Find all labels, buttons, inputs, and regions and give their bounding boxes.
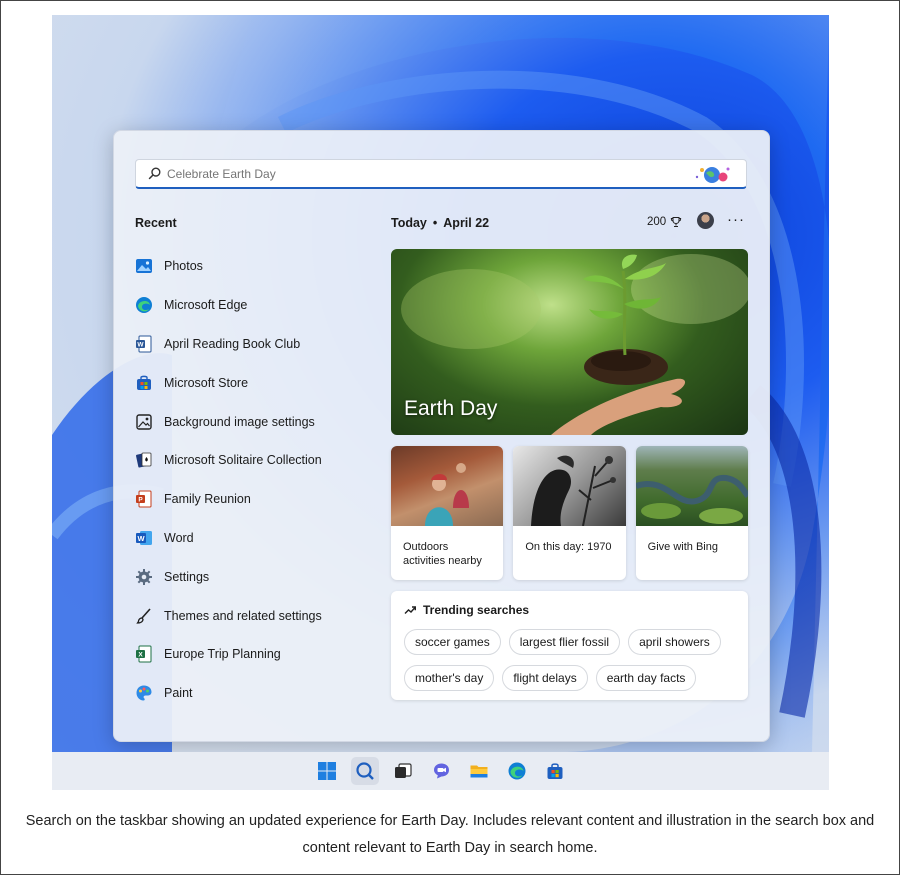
recent-item-themes-and-related-settings[interactable]: Themes and related settings [134,596,374,635]
recent-item-label: Photos [164,259,203,274]
search-icon [148,167,161,180]
recent-item-settings[interactable]: Settings [134,557,374,596]
edge-icon [134,295,154,315]
trophy-icon [671,217,682,227]
recent-heading: Recent [135,216,177,230]
trending-searches-card: Trending searches soccer games largest f… [391,591,748,700]
search-icon[interactable] [350,757,379,785]
today-heading: Today • April 22 [391,216,489,230]
trending-chip[interactable]: april showers [628,629,721,655]
forest-river-thumbnail [635,446,748,526]
trending-heading: Trending searches [404,603,529,617]
card-label: Outdoors activities nearby [403,541,482,567]
recent-item-label: Europe Trip Planning [164,647,281,662]
recent-item-microsoft-solitaire-collection[interactable]: Microsoft Solitaire Collection [134,441,374,480]
gear-icon [134,567,154,587]
task-view-icon[interactable] [389,757,417,785]
recent-item-label: April Reading Book Club [164,336,301,351]
powerpoint-icon: P [134,489,154,509]
hikers-thumbnail [391,446,504,526]
file-explorer-icon[interactable] [465,757,493,785]
search-flyout: Recent Photos Microsoft Edge W April Rea… [113,130,770,742]
photos-icon [134,256,154,276]
today-label: Today [391,216,427,230]
recent-item-europe-trip-planning[interactable]: X Europe Trip Planning [134,635,374,674]
rewards-points[interactable]: 200 [647,216,682,228]
word-icon: W [134,528,154,548]
historic-photo-thumbnail [513,446,626,526]
topic-cards: Outdoors activities nearby On this day: … [391,446,748,580]
recent-item-family-reunion[interactable]: P Family Reunion [134,480,374,519]
recent-item-label: Background image settings [164,414,315,429]
recent-item-background-image-settings[interactable]: Background image settings [134,402,374,441]
figure-caption: Search on the taskbar showing an updated… [25,813,875,856]
trending-chip[interactable]: earth day facts [595,665,697,691]
trending-chip[interactable]: largest flier fossil [508,629,621,655]
recent-item-photos[interactable]: Photos [134,247,374,286]
recent-item-microsoft-edge[interactable]: Microsoft Edge [134,286,374,325]
trending-chip[interactable]: flight delays [502,665,588,691]
search-box[interactable] [135,159,747,189]
solitaire-icon [134,450,154,470]
separator-dot: • [432,216,438,230]
store-icon[interactable] [541,757,569,785]
card-on-this-day[interactable]: On this day: 1970 [513,446,626,580]
chat-icon[interactable] [427,757,455,785]
recent-item-word[interactable]: W Word [134,519,374,558]
word-document-icon: W [134,334,154,354]
hero-title: Earth Day [404,397,498,420]
trending-title: Trending searches [423,603,530,617]
recent-item-paint[interactable]: Paint [134,674,374,713]
recent-item-label: Word [164,530,194,545]
card-outdoors-activities[interactable]: Outdoors activities nearby [391,446,504,580]
svg-text:W: W [137,341,144,348]
svg-text:W: W [137,534,145,543]
card-give-with-bing[interactable]: Give with Bing [635,446,748,580]
earth-day-illustration-icon [695,167,730,183]
taskbar [52,752,829,790]
recent-item-label: Paint [164,686,193,701]
recent-item-label: Microsoft Solitaire Collection [164,453,322,468]
recent-list: Photos Microsoft Edge W April Reading Bo… [134,247,374,713]
trending-chips: soccer games largest flier fossil april … [404,629,739,691]
card-label: On this day: 1970 [525,541,612,553]
trending-chip[interactable]: soccer games [404,629,501,655]
trending-arrow-icon [404,606,416,614]
edge-icon[interactable] [503,757,531,785]
recent-item-april-reading-book-club[interactable]: W April Reading Book Club [134,325,374,364]
svg-text:X: X [138,652,143,659]
paint-icon [134,683,154,703]
windows-start-icon[interactable] [313,757,341,785]
more-options-button[interactable]: ··· [727,211,745,228]
trending-chip[interactable]: mother's day [404,665,495,691]
recent-item-label: Microsoft Edge [164,298,248,313]
excel-icon: X [134,644,154,664]
avatar[interactable] [697,212,714,229]
recent-item-label: Microsoft Store [164,375,249,390]
store-icon [134,373,154,393]
recent-item-label: Themes and related settings [164,608,322,623]
today-date: April 22 [443,216,490,230]
card-label: Give with Bing [647,541,718,553]
earth-day-hero-card[interactable]: Earth Day [391,249,748,435]
image-settings-icon [134,412,154,432]
points-value: 200 [647,216,667,228]
svg-text:P: P [138,497,143,504]
recent-item-label: Settings [164,569,210,584]
search-input[interactable] [167,166,647,181]
recent-item-label: Family Reunion [164,492,251,507]
recent-item-microsoft-store[interactable]: Microsoft Store [134,363,374,402]
brush-icon [134,606,154,626]
